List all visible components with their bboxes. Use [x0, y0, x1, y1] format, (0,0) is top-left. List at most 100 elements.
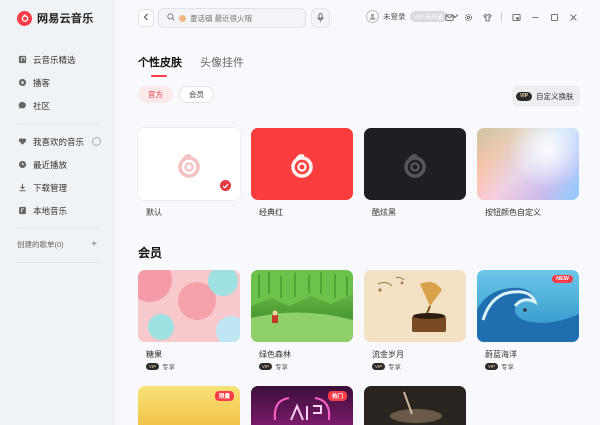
settings-gear-icon[interactable]	[463, 12, 473, 22]
app-logo[interactable]: 网易云音乐	[17, 10, 94, 26]
skin-card-cool-black[interactable]	[364, 128, 466, 200]
app-name: 网易云音乐	[37, 13, 94, 25]
candy-dot	[216, 316, 240, 342]
sidebar-item-label: 最近播放	[33, 159, 68, 170]
sidebar-item-label: 本地音乐	[33, 205, 68, 216]
vip-exclusive: VIP 专享	[485, 361, 514, 371]
candy-dot	[138, 270, 172, 302]
skin-card-green-forest[interactable]	[251, 270, 353, 342]
netease-logo-icon	[17, 10, 32, 26]
exclusive-label: 专享	[388, 364, 401, 371]
sidebar-divider	[17, 228, 99, 229]
mini-mode-icon[interactable]	[511, 12, 521, 22]
sidebar-divider	[17, 123, 99, 124]
my-music-nav: 我喜欢的音乐 最近播放 下载管理 本地音乐	[0, 130, 114, 222]
skin-card-custom-color[interactable]	[477, 128, 579, 200]
sidebar-item-podcast[interactable]: 播客	[0, 71, 114, 94]
skin-card-golden-years[interactable]	[364, 270, 466, 342]
sidebar-item-featured[interactable]: 云音乐精选	[0, 48, 114, 71]
sidebar-item-downloads[interactable]: 下载管理	[0, 176, 114, 199]
close-icon[interactable]	[568, 12, 578, 22]
sidebar-item-label: 云音乐精选	[33, 54, 76, 65]
sidebar: 网易云音乐 云音乐精选 播客 社区 我喜欢的音乐 最近播放 下载管理 本地音乐 …	[0, 0, 114, 425]
toolbar-separator	[501, 12, 502, 22]
tab-avatar-pendant[interactable]: 头像挂件	[200, 54, 244, 70]
vip-badge: VIP	[259, 362, 272, 370]
vip-badge: VIP	[516, 91, 532, 101]
vip-status-badge[interactable]: VIP·未开通	[409, 11, 448, 22]
skin-label: 按钮颜色自定义	[485, 208, 541, 217]
forest-illustration	[251, 270, 353, 342]
vip-badge: VIP	[485, 362, 498, 370]
filter-member[interactable]: 会员	[179, 86, 214, 103]
skin-shirt-icon[interactable]	[482, 12, 492, 22]
search-box[interactable]	[158, 8, 306, 28]
avatar[interactable]	[366, 10, 379, 23]
turntable-illustration	[390, 391, 442, 423]
tab-personal-skin[interactable]: 个性皮肤	[138, 54, 182, 77]
podcast-icon	[17, 78, 27, 88]
vip-badge: VIP	[372, 362, 385, 370]
skin-label: 糖果	[146, 350, 162, 359]
chat-icon	[17, 101, 27, 111]
skin-filter: 官方 会员	[138, 86, 214, 103]
skin-card-candy[interactable]	[138, 270, 240, 342]
vip-badge: VIP	[146, 362, 159, 370]
search-input[interactable]	[190, 13, 300, 23]
add-playlist-icon[interactable]: +	[91, 239, 97, 250]
skin-card-classic-red[interactable]	[251, 128, 353, 200]
clock-icon	[17, 160, 27, 170]
search-icon	[167, 13, 175, 23]
created-playlists-header[interactable]: 创建的歌单(0) +	[17, 239, 97, 250]
limited-tag: 限量	[214, 391, 234, 401]
chevron-left-icon	[143, 13, 149, 23]
skin-label: 蔚蓝海洋	[485, 350, 517, 359]
heart-icon	[17, 137, 27, 147]
microphone-icon	[317, 12, 324, 24]
sidebar-item-recent[interactable]: 最近播放	[0, 153, 114, 176]
hot-tag: 热门	[327, 391, 347, 401]
skin-card-default[interactable]	[138, 128, 240, 200]
skin-label: 经典红	[259, 208, 283, 217]
netease-logo-icon	[178, 154, 200, 178]
sidebar-item-label: 播客	[33, 77, 51, 88]
sidebar-item-liked[interactable]: 我喜欢的音乐	[0, 130, 114, 153]
netease-logo-icon	[291, 154, 313, 178]
search-hint-emoji-icon	[179, 14, 186, 22]
download-icon	[17, 183, 27, 193]
custom-skin-label: 自定义换肤	[536, 91, 574, 101]
custom-skin-button[interactable]: VIP 自定义换肤	[512, 86, 580, 106]
mail-icon[interactable]	[444, 12, 454, 22]
skin-card-partial[interactable]	[364, 386, 466, 425]
skin-label: 酷炫黑	[372, 208, 396, 217]
vip-exclusive: VIP 专享	[372, 361, 401, 371]
skin-card-blue-ocean[interactable]: NEW	[477, 270, 579, 342]
sidebar-item-community[interactable]: 社区	[0, 94, 114, 117]
back-button[interactable]	[138, 9, 154, 27]
main-nav: 云音乐精选 播客 社区	[0, 48, 114, 117]
music-note-icon	[17, 55, 27, 65]
skin-card-partial[interactable]: 限量	[138, 386, 240, 425]
window-controls	[444, 12, 578, 22]
member-section-title: 会员	[138, 246, 163, 260]
sidebar-item-label: 下载管理	[33, 182, 68, 193]
music-file-icon	[17, 206, 27, 216]
sidebar-divider	[17, 262, 99, 263]
sidebar-item-label: 我喜欢的音乐	[33, 136, 85, 147]
filter-official[interactable]: 官方	[138, 86, 173, 103]
skin-label: 默认	[146, 208, 162, 217]
netease-logo-icon	[404, 154, 426, 178]
maximize-icon[interactable]	[549, 12, 559, 22]
skin-tabs: 个性皮肤 头像挂件	[138, 54, 244, 77]
heartbeat-mode-icon[interactable]	[92, 137, 102, 146]
gramophone-illustration	[377, 276, 446, 332]
voice-search-button[interactable]	[311, 8, 330, 28]
candy-dot	[208, 270, 238, 296]
skin-card-partial[interactable]: 热门	[251, 386, 353, 425]
vip-exclusive: VIP 专享	[259, 361, 288, 371]
login-status[interactable]: 未登录	[383, 11, 406, 22]
selected-check-icon	[220, 180, 231, 191]
minimize-icon[interactable]	[530, 12, 540, 22]
sidebar-item-local[interactable]: 本地音乐	[0, 199, 114, 222]
gradient-overlay	[477, 128, 579, 200]
